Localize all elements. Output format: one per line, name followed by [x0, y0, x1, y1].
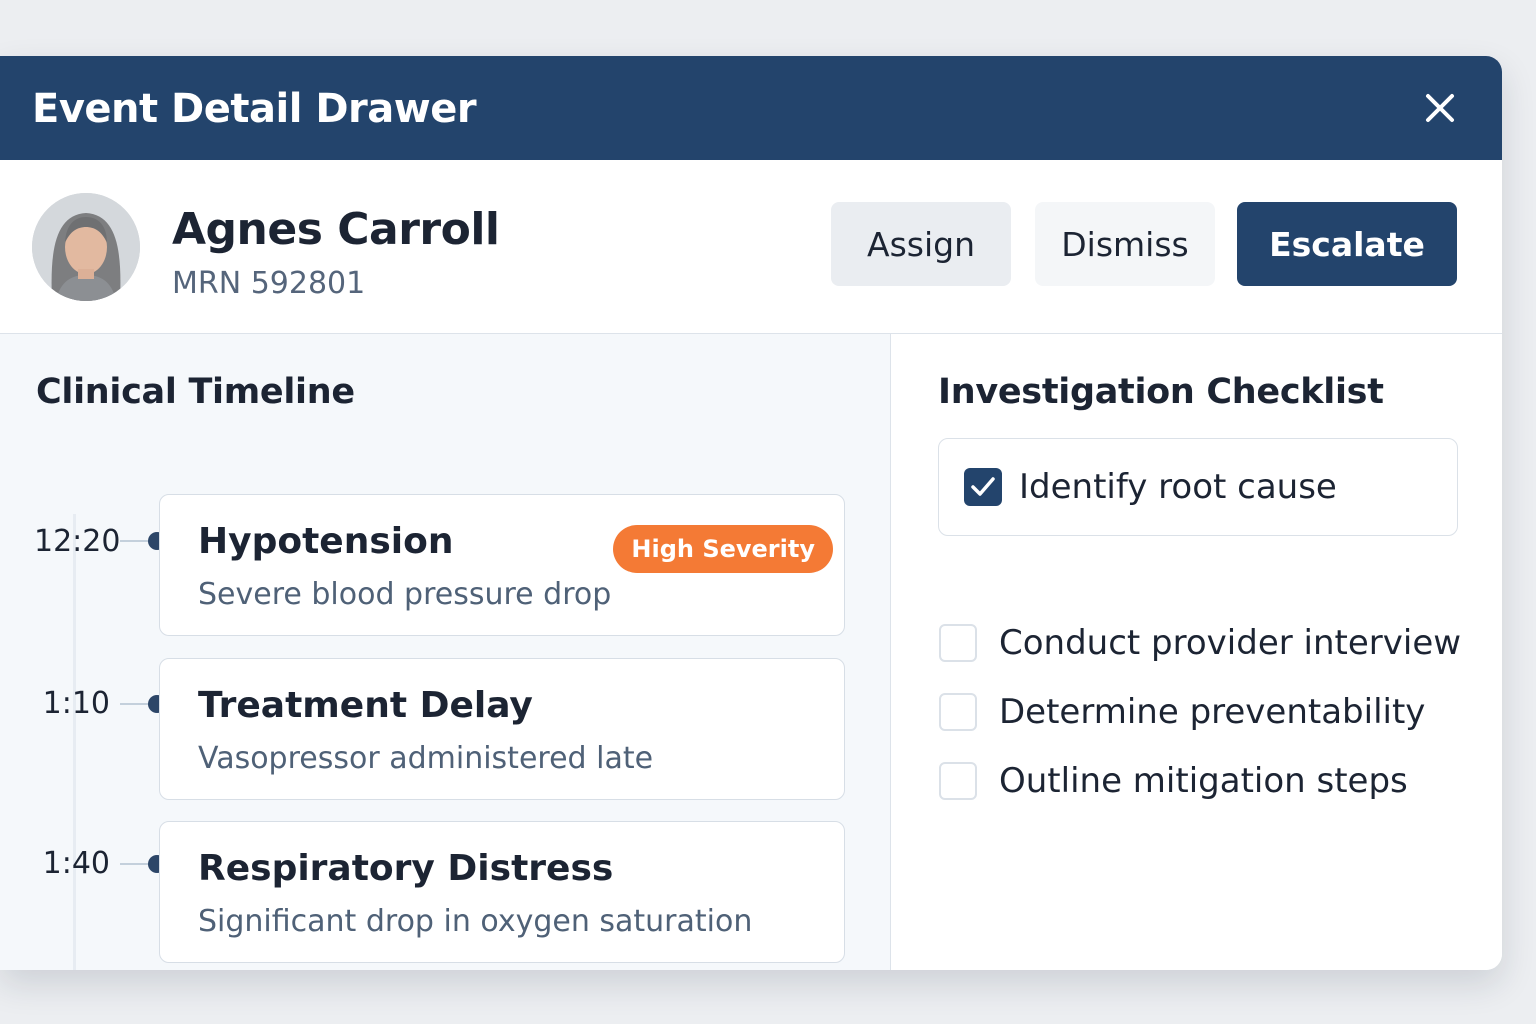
event-description: Severe blood pressure drop: [198, 577, 612, 612]
checklist-label: Identify root cause: [1019, 467, 1337, 507]
checklist-label: Determine preventability: [999, 692, 1426, 732]
timeline-event-card[interactable]: Treatment Delay Vasopressor administered…: [159, 658, 845, 800]
patient-mrn: MRN 592801: [172, 266, 366, 301]
checkbox[interactable]: [939, 762, 977, 800]
timeline-event-card[interactable]: Hypotension Severe blood pressure drop H…: [159, 494, 845, 636]
checkbox[interactable]: [939, 693, 977, 731]
timeline-title: Clinical Timeline: [36, 372, 355, 412]
checklist-item-highlight: Identify root cause: [938, 438, 1458, 536]
dismiss-button[interactable]: Dismiss: [1035, 202, 1215, 286]
timeline-track: [73, 514, 76, 970]
event-time: 12:20: [34, 524, 121, 559]
event-title: Treatment Delay: [198, 685, 533, 726]
checklist-label: Conduct provider interview: [999, 623, 1462, 663]
drawer-title: Event Detail Drawer: [32, 86, 477, 132]
drawer-header: Event Detail Drawer: [0, 56, 1502, 160]
event-description: Significant drop in oxygen saturation: [198, 904, 753, 939]
checklist-title: Investigation Checklist: [938, 372, 1384, 412]
patient-name: Agnes Carroll: [172, 204, 500, 255]
timeline-event-card[interactable]: Respiratory Distress Significant drop in…: [159, 821, 845, 963]
checklist-label: Outline mitigation steps: [999, 761, 1408, 801]
investigation-checklist-panel: Investigation Checklist Identify root ca…: [891, 334, 1502, 970]
event-title: Respiratory Distress: [198, 848, 614, 889]
escalate-button[interactable]: Escalate: [1237, 202, 1457, 286]
event-detail-drawer: Event Detail Drawer Agnes Carroll MRN 59…: [0, 56, 1502, 970]
assign-button[interactable]: Assign: [831, 202, 1011, 286]
severity-badge: High Severity: [613, 525, 833, 573]
event-time: 1:40: [42, 846, 110, 881]
event-time: 1:10: [42, 686, 110, 721]
close-icon[interactable]: [1422, 90, 1458, 126]
clinical-timeline-panel: Clinical Timeline 12:20 Hypotension Seve…: [0, 334, 891, 970]
checkbox[interactable]: [939, 624, 977, 662]
avatar: [32, 193, 140, 301]
event-description: Vasopressor administered late: [198, 741, 654, 776]
checkbox-checked[interactable]: [964, 468, 1002, 506]
event-title: Hypotension: [198, 521, 454, 562]
patient-header: Agnes Carroll MRN 592801 Assign Dismiss …: [0, 160, 1502, 334]
